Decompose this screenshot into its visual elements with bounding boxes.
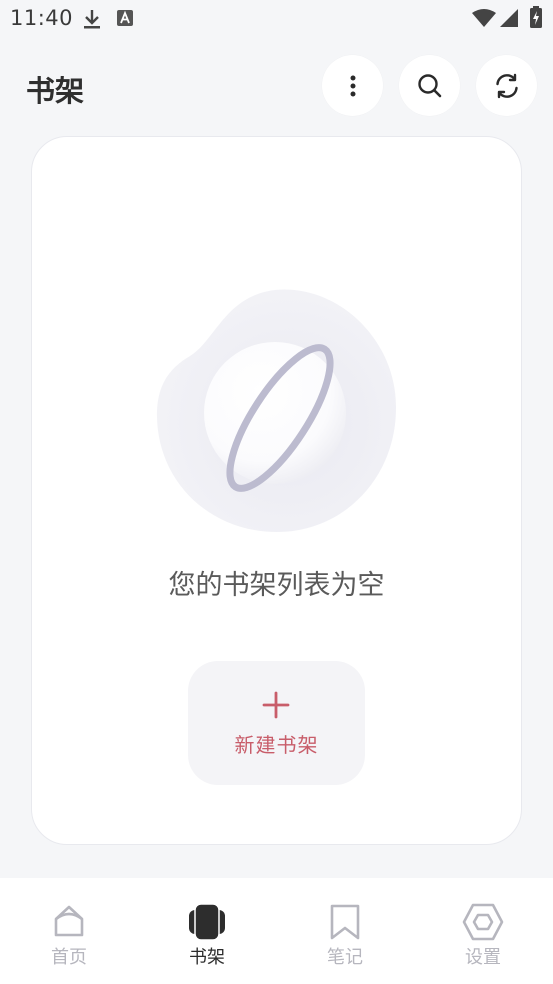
signal-icon [500, 9, 518, 31]
battery-icon [530, 6, 542, 32]
planet-icon [155, 286, 399, 536]
status-time: 11:40 [10, 6, 74, 30]
bottom-nav: 首页 书架 笔记 设置 [0, 878, 553, 984]
nav-item-notes[interactable]: 笔记 [276, 878, 414, 984]
home-icon [54, 905, 84, 937]
plus-icon [262, 691, 290, 719]
empty-message: 您的书架列表为空 [168, 570, 385, 601]
nav-label-notes: 笔记 [327, 947, 363, 968]
nav-label-home: 首页 [51, 947, 87, 968]
a-letter-icon [117, 10, 133, 30]
nav-item-bookshelf[interactable]: 书架 [138, 878, 276, 984]
more-button[interactable] [322, 55, 383, 116]
nav-item-settings[interactable]: 设置 [414, 878, 552, 984]
nav-item-home[interactable]: 首页 [0, 878, 138, 984]
download-icon [82, 8, 102, 34]
search-icon [417, 73, 441, 97]
search-button[interactable] [399, 55, 460, 116]
wifi-icon [472, 9, 496, 31]
refresh-button[interactable] [476, 55, 537, 116]
new-shelf-button[interactable]: 新建书架 [188, 661, 365, 785]
status-bar: 11:40 [0, 0, 553, 38]
settings-hexagon-icon [462, 903, 504, 941]
more-vertical-icon [350, 75, 355, 96]
bookshelf-icon [189, 903, 225, 941]
nav-label-bookshelf: 书架 [189, 947, 225, 968]
nav-label-settings: 设置 [465, 947, 501, 968]
page-title: 书架 [26, 74, 85, 108]
new-shelf-label: 新建书架 [234, 733, 319, 757]
refresh-icon [495, 73, 518, 98]
bookmark-icon [330, 904, 360, 940]
